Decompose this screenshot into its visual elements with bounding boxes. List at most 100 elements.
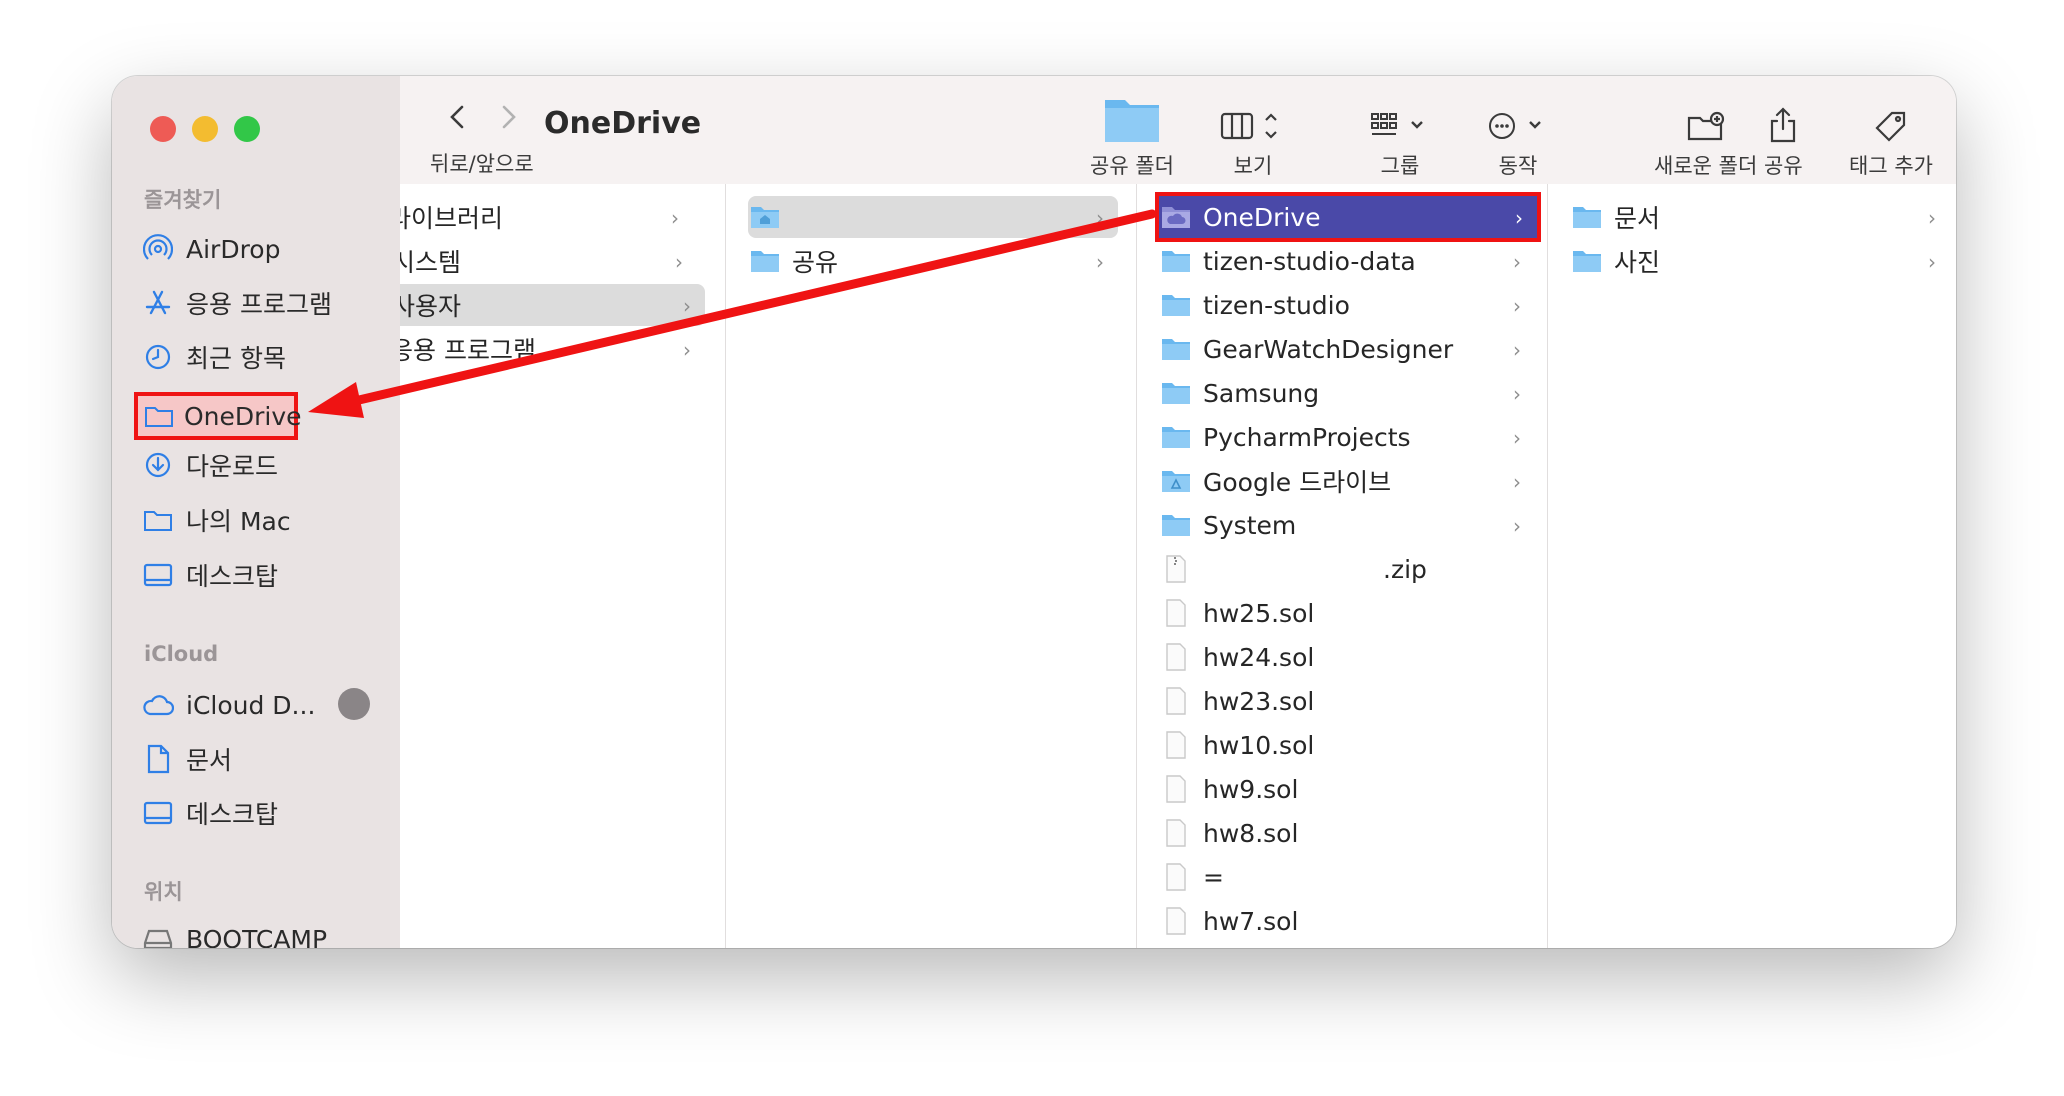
sidebar-item-airdrop[interactable]: AirDrop	[140, 226, 370, 272]
columns-view-icon	[1220, 94, 1286, 144]
list-item[interactable]: hw23.sol	[1159, 680, 1535, 722]
applications-icon	[140, 288, 176, 318]
finder-window: 즐겨찾기 AirDrop 응용 프로그램 최근 항목 OneDrive 다운로드…	[112, 76, 1956, 948]
list-item[interactable]: Samsung ›	[1159, 372, 1535, 414]
file-icon	[1159, 599, 1193, 627]
sidebar-item-icloud-drive[interactable]: iCloud D...	[140, 682, 370, 728]
close-window-button[interactable]	[150, 116, 176, 142]
list-item[interactable]: 사진 ›	[1570, 240, 1950, 282]
chevron-right-icon	[502, 105, 516, 129]
list-item-selected[interactable]: ›	[748, 196, 1118, 238]
file-icon	[1159, 907, 1193, 935]
sync-progress-icon	[338, 688, 370, 720]
column-2: › 공유 ›	[726, 184, 1137, 948]
sidebar-item-applications[interactable]: 응용 프로그램	[140, 280, 370, 326]
new-folder-button[interactable]: 새로운 폴더	[1654, 94, 1757, 180]
recents-icon	[140, 342, 176, 372]
icloud-section-title: iCloud	[144, 642, 219, 666]
list-item[interactable]: 시스템 ›	[400, 240, 697, 282]
window-title: OneDrive	[544, 106, 702, 141]
chevron-right-icon: ›	[1513, 470, 1521, 494]
sidebar-item-downloads[interactable]: 다운로드	[140, 442, 370, 488]
sidebar-item-label: 데스크탑	[186, 562, 279, 591]
sidebar-item-label: AirDrop	[186, 234, 281, 264]
chevron-right-icon: ›	[1515, 206, 1523, 230]
sidebar-item-label: 최근 항목	[186, 344, 286, 373]
chevron-left-icon	[450, 105, 464, 129]
sidebar-item-documents[interactable]: 문서	[140, 736, 370, 782]
list-item[interactable]: 라이브러리 ›	[400, 196, 693, 238]
list-item[interactable]: =	[1159, 856, 1535, 898]
sidebar-item-desktop[interactable]: 데스크탑	[140, 552, 370, 598]
sidebar-item-recents[interactable]: 최근 항목	[140, 334, 370, 380]
list-item-selected-onedrive[interactable]: OneDrive ›	[1155, 192, 1541, 242]
group-icon	[1370, 94, 1430, 144]
chevron-right-icon: ›	[1096, 206, 1104, 230]
column-4: 문서 › 사진 ›	[1548, 184, 1956, 948]
list-item[interactable]: hw10.sol	[1159, 724, 1535, 766]
locations-section-title: 위치	[144, 880, 183, 904]
folder-icon	[144, 401, 174, 431]
sidebar-item-bootcamp[interactable]: BOOTCAMP	[140, 916, 370, 948]
list-item[interactable]: 문서 ›	[1570, 196, 1950, 238]
list-item[interactable]: 공유 ›	[748, 240, 1118, 282]
list-item[interactable]: hw24.sol	[1159, 636, 1535, 678]
group-button[interactable]: 그룹	[1370, 94, 1430, 180]
chevron-right-icon: ›	[683, 338, 691, 362]
list-item[interactable]: hw25.sol	[1159, 592, 1535, 634]
sidebar-item-label: 응용 프로그램	[186, 290, 332, 319]
list-item[interactable]: .zip	[1159, 548, 1535, 590]
action-button[interactable]: 동작	[1488, 94, 1548, 180]
forward-button[interactable]	[494, 100, 524, 134]
more-icon	[1488, 94, 1548, 144]
chevron-right-icon: ›	[1513, 426, 1521, 450]
drive-icon	[140, 924, 176, 948]
list-item[interactable]: tizen-studio-data ›	[1159, 240, 1535, 282]
list-item[interactable]: hw7.sol	[1159, 900, 1535, 942]
chevron-right-icon: ›	[1513, 514, 1521, 538]
list-item[interactable]: tizen-studio ›	[1159, 284, 1535, 326]
download-icon	[140, 450, 176, 480]
shared-folder-button[interactable]: 공유 폴더	[1090, 94, 1174, 180]
airdrop-icon	[140, 234, 176, 264]
share-button[interactable]: 공유	[1764, 94, 1803, 180]
chevron-right-icon: ›	[1928, 250, 1936, 274]
share-icon	[1768, 94, 1798, 144]
tag-icon	[1874, 94, 1908, 144]
folder-icon	[1159, 247, 1193, 275]
sidebar-item-icloud-desktop[interactable]: 데스크탑	[140, 790, 370, 836]
file-icon	[1159, 819, 1193, 847]
minimize-window-button[interactable]	[192, 116, 218, 142]
zoom-window-button[interactable]	[234, 116, 260, 142]
toolbar: 뒤로/앞으로 OneDrive 공유 폴더 보기 그룹 동작 새로운 폴더 공유…	[400, 76, 1956, 185]
chevron-right-icon: ›	[1513, 250, 1521, 274]
sidebar-item-my-mac[interactable]: 나의 Mac	[140, 497, 370, 543]
back-button[interactable]	[442, 100, 472, 134]
folder-icon	[1103, 94, 1161, 144]
sidebar-item-onedrive[interactable]: OneDrive	[134, 392, 302, 440]
add-tag-button[interactable]: 태그 추가	[1849, 94, 1933, 180]
chevron-right-icon: ›	[671, 206, 679, 230]
chevron-right-icon: ›	[675, 250, 683, 274]
list-item[interactable]: System ›	[1159, 504, 1535, 546]
sidebar-item-label: 문서	[186, 746, 233, 775]
folder-icon	[1570, 247, 1604, 275]
list-item[interactable]: hw8.sol	[1159, 812, 1535, 854]
desktop-icon	[140, 560, 176, 590]
desktop-icon	[140, 798, 176, 828]
sidebar-item-label: BOOTCAMP	[186, 924, 328, 949]
chevron-right-icon: ›	[1513, 382, 1521, 406]
list-item-selected[interactable]: 사용자 ›	[400, 284, 705, 326]
list-item[interactable]: Google 드라이브 ›	[1159, 460, 1535, 502]
file-icon	[1159, 687, 1193, 715]
folder-icon	[1159, 423, 1193, 451]
view-button[interactable]: 보기	[1220, 94, 1286, 180]
list-item[interactable]: 응용 프로그램 ›	[400, 328, 695, 370]
document-icon	[140, 744, 176, 774]
list-item[interactable]: PycharmProjects ›	[1159, 416, 1535, 458]
list-item[interactable]: hw9.sol	[1159, 768, 1535, 810]
list-item[interactable]: GearWatchDesigner ›	[1159, 328, 1535, 370]
folder-icon	[1159, 379, 1193, 407]
drive-folder-icon	[1159, 467, 1193, 495]
file-icon	[1159, 863, 1193, 891]
